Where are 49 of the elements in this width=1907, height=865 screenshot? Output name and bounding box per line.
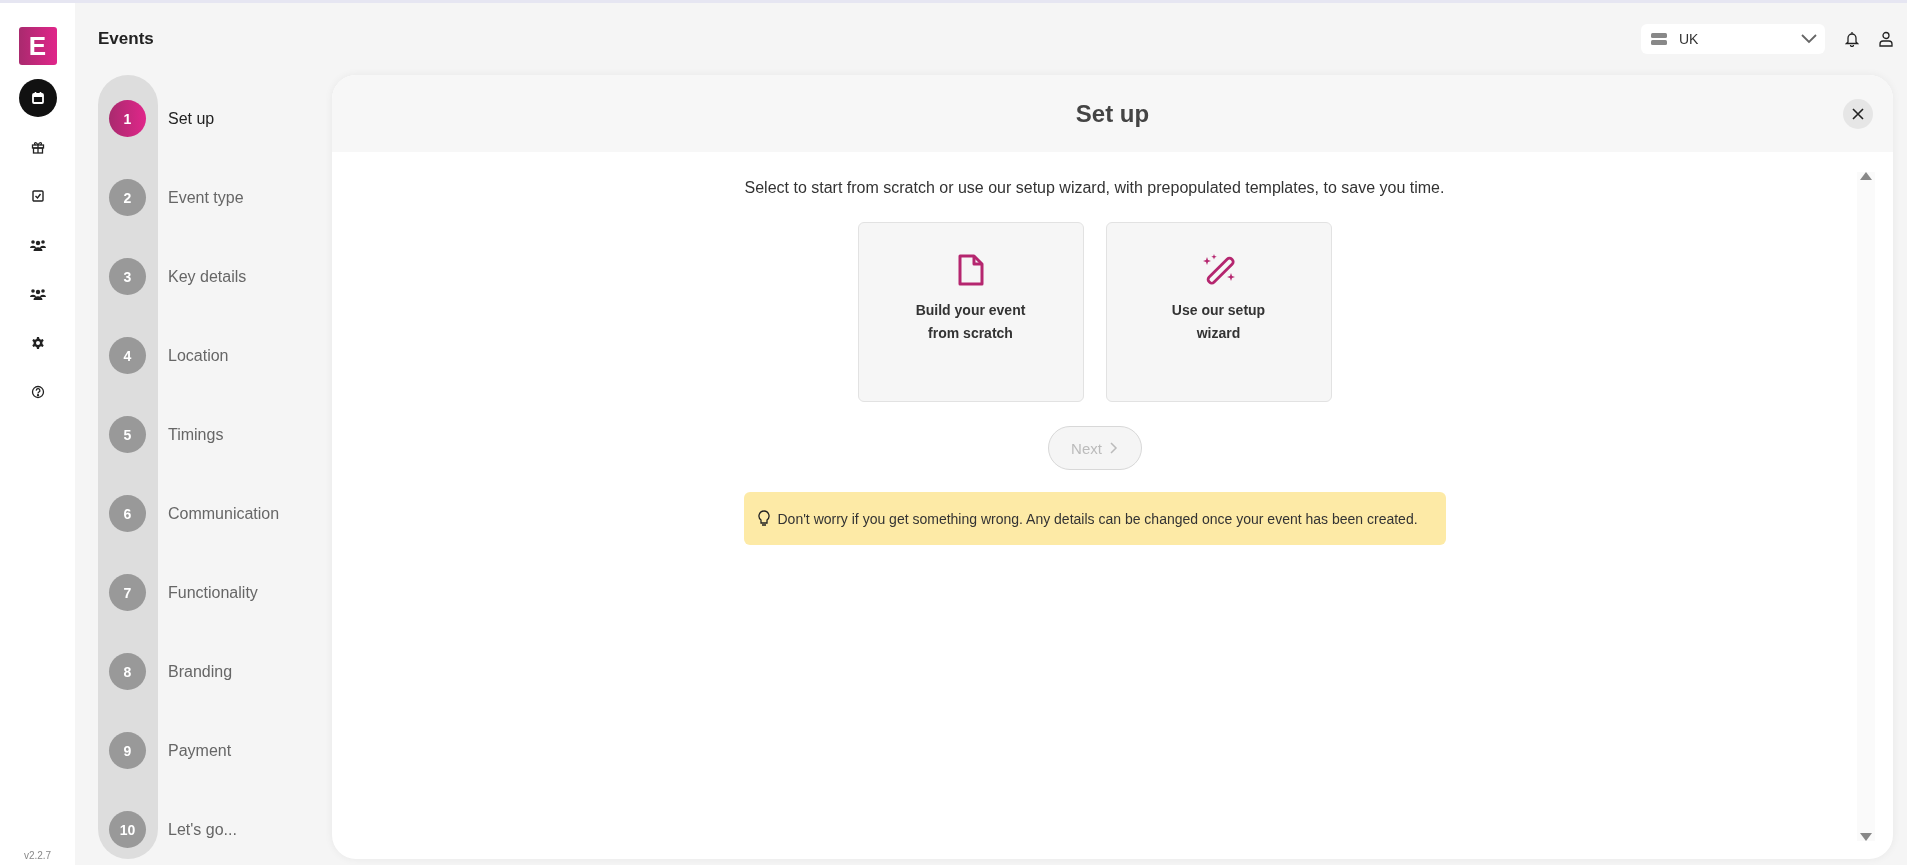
region-dropdown[interactable]: UK <box>1641 24 1825 54</box>
scroll-down-icon[interactable] <box>1860 833 1872 841</box>
step-item[interactable]: 8 Branding <box>98 652 318 691</box>
step-number: 1 <box>109 100 146 137</box>
dialog-title: Set up <box>1075 99 1150 128</box>
step-item[interactable]: 7 Functionality <box>98 573 318 612</box>
intro-text: Select to start from scratch or use our setup wizard, with prepopulated templates, to save you time. <box>744 179 1445 197</box>
step-item[interactable]: 5 Timings <box>98 415 318 454</box>
tip-text: Don't worry if you get something wrong. Any details can be changed once your event has been created. <box>777 510 1418 527</box>
step-number: 8 <box>109 653 146 690</box>
nav-button[interactable] <box>18 79 57 117</box>
step-number: 4 <box>109 337 146 374</box>
chevron-down-icon <box>1801 34 1817 44</box>
step-item[interactable]: 10 Let's go... <box>98 810 318 849</box>
chevron-right-icon <box>1109 442 1118 454</box>
user-icon[interactable] <box>1879 31 1893 47</box>
gift-icon <box>30 140 45 154</box>
option-card[interactable]: Build your event from scratch <box>857 222 1084 402</box>
step-item[interactable]: 4 Location <box>98 336 318 375</box>
step-number: 2 <box>109 179 146 216</box>
close-icon <box>1851 107 1865 121</box>
step-number: 9 <box>109 732 146 769</box>
scrollbar[interactable] <box>1857 172 1875 841</box>
step-item[interactable]: 1 Set up <box>98 99 318 138</box>
close-button[interactable] <box>1843 99 1873 129</box>
step-number: 5 <box>109 416 146 453</box>
version-label: v2.2.7 <box>23 850 52 861</box>
step-number: 6 <box>109 495 146 532</box>
bell-icon[interactable] <box>1845 31 1859 47</box>
scroll-up-icon[interactable] <box>1860 172 1872 180</box>
group-icon <box>29 288 46 300</box>
help-icon <box>30 385 45 399</box>
step-item[interactable]: 3 Key details <box>98 257 318 296</box>
option-card[interactable]: Use our setup wizard <box>1105 222 1332 402</box>
step-number: 10 <box>109 811 146 848</box>
lightbulb-icon <box>757 510 770 527</box>
checkbox-icon <box>30 189 45 203</box>
step-item[interactable]: 6 Communication <box>98 494 318 533</box>
settings-icon <box>30 336 45 350</box>
step-item[interactable]: 2 Event type <box>98 178 318 217</box>
app-logo[interactable]: E <box>18 27 57 65</box>
step-number: 7 <box>109 574 146 611</box>
server-icon <box>1651 32 1667 46</box>
calendar-icon <box>30 91 45 105</box>
group-icon <box>29 239 46 251</box>
document-icon <box>956 253 985 287</box>
step-item[interactable]: 9 Payment <box>98 731 318 770</box>
page-title: Events <box>98 29 154 49</box>
step-number: 3 <box>109 258 146 295</box>
